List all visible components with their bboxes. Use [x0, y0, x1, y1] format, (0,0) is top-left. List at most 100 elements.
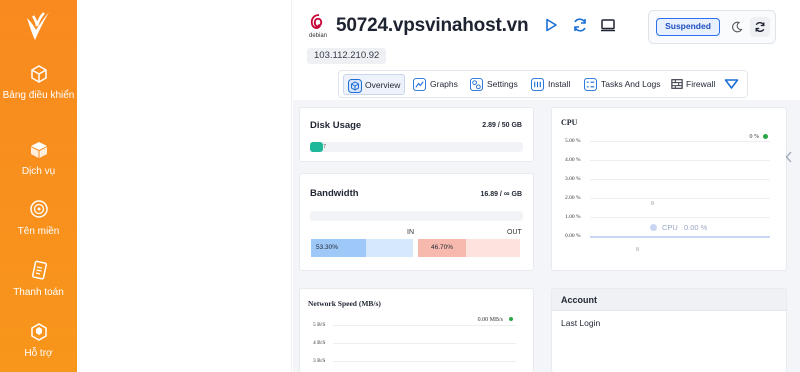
content-gutter [77, 0, 292, 372]
cpu-gridline [590, 198, 770, 199]
cpu-tick-label: 5.00 % [565, 138, 581, 144]
moon-icon[interactable] [731, 21, 743, 33]
card-title: CPU [561, 118, 578, 127]
status-badge: Suspended [656, 18, 720, 36]
cpu-legend-value: 0.00 % [683, 223, 708, 232]
cpu-gridline [590, 236, 770, 238]
cpu-gridline [590, 141, 770, 142]
network-current-value: 0.00 MB/s [477, 317, 503, 323]
brand-logo-icon[interactable] [23, 8, 53, 44]
cpu-tick-label: 4.00 % [565, 157, 581, 163]
sidebar-item-label: Bảng điều khiển [2, 90, 75, 101]
disk-usage-fill [310, 142, 323, 152]
cpu-x-label: 8 [651, 201, 654, 207]
settings-icon [470, 78, 483, 91]
os-name: debian [308, 33, 328, 39]
server-hostname: 50724.vpsvinahost.vn [336, 15, 529, 36]
sidebar-item-support[interactable]: Hỗ trợ [0, 320, 77, 360]
network-tick-label: 5 B/S [313, 322, 326, 328]
tab-firewall[interactable]: Firewall [671, 74, 717, 95]
tab-label: Graphs [430, 79, 458, 89]
cpu-gridline [590, 217, 770, 218]
last-login-label: Last Login [561, 318, 601, 328]
tasks-icon [584, 78, 597, 91]
sidebar-item-domains[interactable]: Tên miền [0, 198, 77, 238]
in-percent: 53.30% [316, 244, 339, 251]
start-icon[interactable] [543, 17, 559, 33]
in-segment: 53.30% [311, 239, 413, 257]
tab-overview[interactable]: Overview [343, 74, 405, 95]
card-title: Disk Usage [310, 120, 362, 131]
network-tick-label: 3 B/S [313, 358, 326, 364]
debian-logo-icon: debian [305, 12, 331, 42]
tab-label: Firewall [686, 79, 716, 89]
cpu-tick-label: 0.00 % [565, 233, 581, 239]
out-segment: 46.70% [418, 239, 520, 257]
cpu-current-value: 0 % [749, 134, 760, 140]
console-icon[interactable] [600, 17, 616, 33]
refresh-button[interactable] [750, 17, 770, 37]
bandwidth-value: 16.89 / ∞ GB [480, 189, 522, 198]
online-dot [763, 134, 768, 139]
online-dot [509, 317, 513, 321]
cpu-gridline [590, 160, 770, 161]
cpu-legend-label: CPU [662, 223, 678, 232]
more-tabs-chevron-icon[interactable] [724, 78, 739, 90]
ip-address-badge: 103.112.210.92 [307, 48, 387, 64]
account-card: Account Last Login [551, 288, 787, 372]
tab-label: Overview [365, 80, 401, 90]
bandwidth-used: 16.89 / [480, 191, 502, 198]
infinity-icon: ∞ [503, 189, 510, 198]
sidebar-item-billing[interactable]: Thanh toán [0, 259, 77, 299]
sidebar: Bảng điều khiển Dịch vụ Tên miền Thanh t… [0, 0, 77, 372]
tab-install[interactable]: Install [531, 74, 575, 95]
tab-label: Settings [487, 79, 518, 89]
sidebar-item-dashboard[interactable]: Bảng điều khiển [0, 62, 77, 102]
cpu-legend: CPU 0.00 % [662, 223, 707, 232]
cpu-tick-label: 3.00 % [565, 176, 581, 182]
collapse-chevron-icon[interactable] [785, 151, 793, 163]
sidebar-item-label: Hỗ trợ [24, 348, 53, 359]
refresh-icon [755, 22, 765, 32]
sidebar-item-label: Thanh toán [13, 287, 64, 298]
tab-tasks-and-logs[interactable]: Tasks And Logs [584, 74, 662, 95]
sidebar-item-label: Tên miền [17, 226, 60, 237]
network-gridline [333, 343, 516, 344]
bandwidth-bar [310, 211, 523, 221]
card-title: Network Speed (MB/s) [308, 299, 381, 308]
tab-label: Install [548, 79, 571, 89]
network-speed-card: Network Speed (MB/s) 0.00 MB/s 5 B/S 4 B/… [299, 288, 534, 372]
dashboard-icon [30, 65, 47, 83]
tab-label: Tasks And Logs [601, 79, 661, 89]
card-title: Bandwidth [310, 188, 359, 199]
out-percent: 46.70% [431, 244, 454, 251]
network-gridline [333, 361, 516, 362]
network-tick-label: 4 B/S [313, 340, 326, 346]
cpu-x-label: 8 [636, 247, 639, 253]
cpu-card: CPU 0 % 5.00 % 4.00 % 3.00 % 2.00 % 1.00 % 0.… [551, 107, 787, 271]
tab-graphs[interactable]: Graphs [413, 74, 461, 95]
globe-icon [29, 200, 48, 218]
disk-usage-card: Disk Usage 2.89 / 50 GB 7 [299, 107, 534, 162]
out-label: OUT [507, 229, 522, 236]
bandwidth-unit: GB [511, 191, 523, 198]
graph-icon [413, 78, 426, 91]
sidebar-item-label: Dịch vụ [21, 166, 56, 177]
firewall-icon [671, 79, 683, 89]
disk-usage-bar: 7 [310, 142, 523, 152]
card-title: Account [561, 295, 597, 305]
tab-settings[interactable]: Settings [470, 74, 522, 95]
sidebar-item-services[interactable]: Dịch vụ [0, 138, 77, 178]
restart-icon[interactable] [572, 17, 588, 33]
box-icon [30, 142, 47, 158]
invoice-icon [31, 260, 47, 280]
network-gridline [333, 325, 516, 326]
cpu-tick-label: 2.00 % [565, 195, 581, 201]
cpu-gridline [590, 179, 770, 180]
disk-usage-value: 2.89 / 50 GB [482, 122, 522, 129]
tab-bar: Overview Graphs Settings Install Tasks A… [338, 70, 748, 98]
install-icon [531, 78, 544, 91]
in-label: IN [407, 229, 414, 236]
bandwidth-card: Bandwidth 16.89 / ∞ GB IN OUT 53.30% 46.… [299, 173, 534, 271]
cube-icon [348, 79, 362, 93]
